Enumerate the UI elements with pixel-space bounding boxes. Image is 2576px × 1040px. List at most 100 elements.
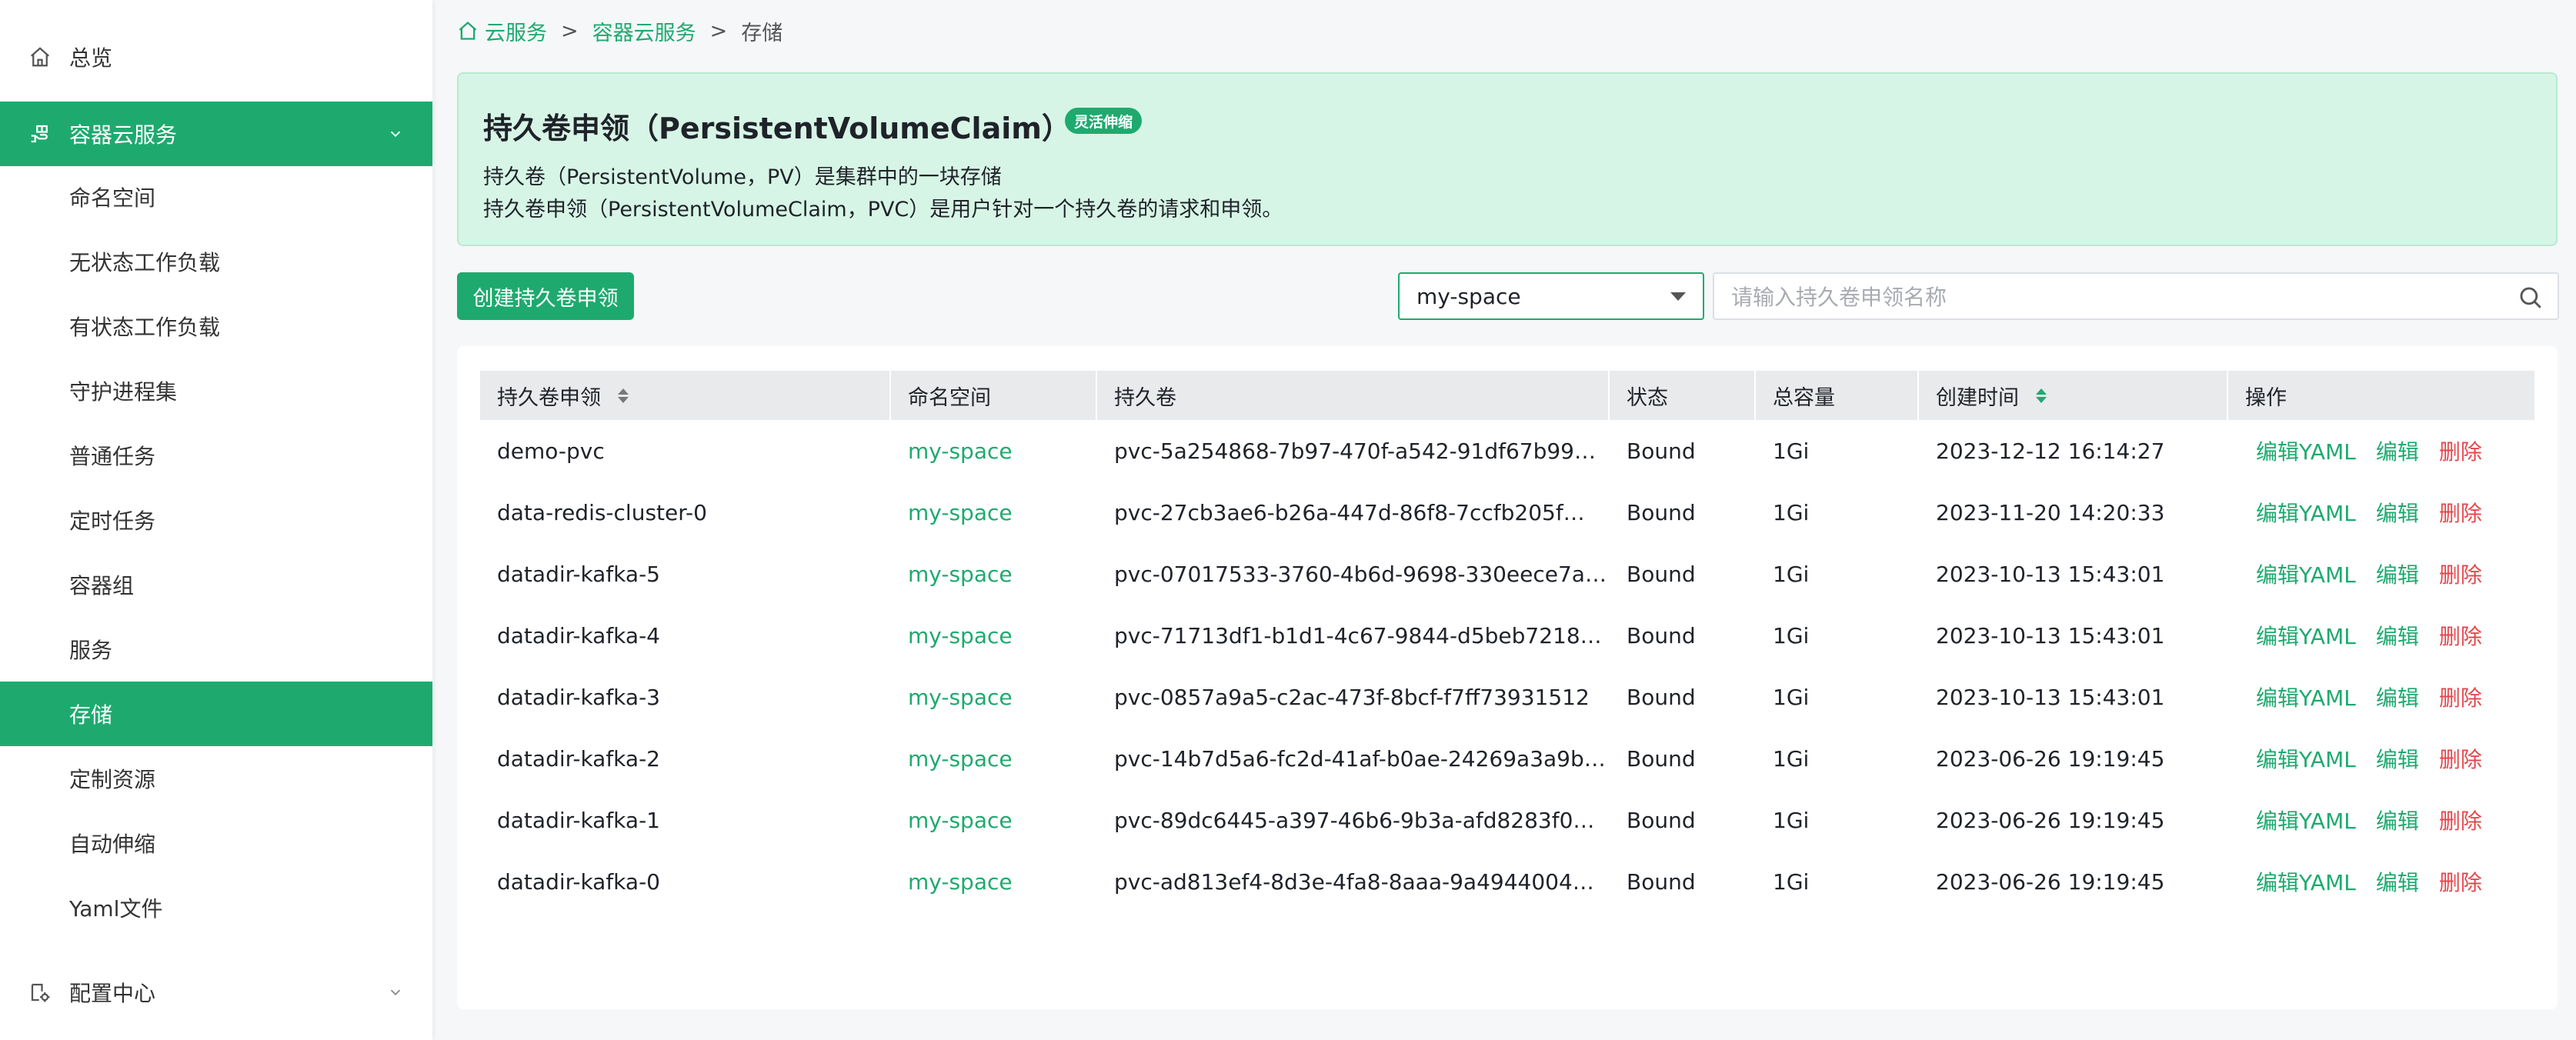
cell-text: 1Gi (1773, 684, 1810, 710)
delete-link[interactable]: 删除 (2439, 620, 2482, 651)
cell-text: pvc-71713df1-b1d1-4c67-9844-d5beb72189c8 (1114, 622, 1610, 648)
cell-status: Bound (1610, 666, 1756, 728)
edit-yaml-link[interactable]: 编辑YAML (2256, 743, 2356, 774)
delete-link[interactable]: 删除 (2439, 866, 2482, 897)
breadcrumb-container-cloud[interactable]: 容器云服务 (592, 16, 696, 46)
delete-link[interactable]: 删除 (2439, 682, 2482, 712)
cell-actions: 编辑YAML 编辑 删除 (2228, 543, 2534, 605)
cell-volume: pvc-ad813ef4-8d3e-4fa8-8aaa-9a4944004… (1097, 851, 1610, 912)
edit-yaml-link[interactable]: 编辑YAML (2256, 497, 2356, 528)
cell-namespace-link[interactable]: my-space (891, 728, 1097, 789)
delete-link[interactable]: 删除 (2439, 743, 2482, 774)
sidebar-item-job[interactable]: 普通任务 (0, 423, 432, 488)
cell-text: 2023-12-12 16:14:27 (1936, 438, 2165, 464)
edit-link[interactable]: 编辑 (2376, 558, 2419, 589)
sidebar-item-deployment[interactable]: 无状态工作负载 (0, 229, 432, 294)
sidebar-group-config-center[interactable]: 配置中心 (0, 960, 432, 1025)
edit-yaml-link[interactable]: 编辑YAML (2256, 435, 2356, 466)
cell-text: datadir-kafka-2 (497, 745, 660, 772)
table-row: datadir-kafka-4 my-space pvc-71713df1-b1d1… (480, 605, 2534, 666)
cell-text: pvc-07017533-3760-4b6d-9698-330eece7a… (1114, 561, 1607, 587)
cell-status: Bound (1610, 543, 1756, 605)
search-input[interactable] (1714, 274, 2487, 320)
create-pvc-button[interactable]: 创建持久卷申领 (457, 272, 634, 320)
cell-namespace-link[interactable]: my-space (891, 789, 1097, 851)
cell-volume: pvc-07017533-3760-4b6d-9698-330eece7a… (1097, 543, 1610, 605)
cell-capacity: 1Gi (1756, 605, 1919, 666)
sort-icon[interactable] (2036, 388, 2047, 403)
table-row: datadir-kafka-1 my-space pvc-89dc6445-a397… (480, 789, 2534, 851)
cell-actions: 编辑YAML 编辑 删除 (2228, 728, 2534, 789)
cell-created: 2023-10-13 15:43:01 (1919, 605, 2228, 666)
cell-actions: 编辑YAML 编辑 删除 (2228, 605, 2534, 666)
delete-link[interactable]: 删除 (2439, 558, 2482, 589)
column-header-label: 持久卷申领 (497, 385, 601, 410)
cell-namespace-link[interactable]: my-space (891, 605, 1097, 666)
cell-status: Bound (1610, 728, 1756, 789)
sidebar-item-service[interactable]: 服务 (0, 617, 432, 682)
edit-link[interactable]: 编辑 (2376, 497, 2419, 528)
sidebar-item-statefulset[interactable]: 有状态工作负载 (0, 294, 432, 358)
cell-namespace-link[interactable]: my-space (891, 851, 1097, 912)
sidebar-item-pod[interactable]: 容器组 (0, 552, 432, 617)
cell-text: 2023-10-13 15:43:01 (1936, 561, 2165, 587)
column-header-label: 创建时间 (1936, 385, 2019, 410)
table-row: datadir-kafka-5 my-space pvc-07017533-3760… (480, 543, 2534, 605)
cell-capacity: 1Gi (1756, 420, 1919, 482)
sidebar-item-daemonset[interactable]: 守护进程集 (0, 358, 432, 423)
cell-text: my-space (908, 622, 1013, 648)
cell-text: my-space (908, 745, 1013, 772)
sidebar-item-overview[interactable]: 总览 (0, 25, 432, 89)
sidebar-item-label: Yaml文件 (69, 896, 163, 922)
delete-link[interactable]: 删除 (2439, 435, 2482, 466)
sidebar-item-namespace[interactable]: 命名空间 (0, 165, 432, 229)
sidebar-item-autoscaling[interactable]: 自动伸缩 (0, 811, 432, 875)
edit-link[interactable]: 编辑 (2376, 620, 2419, 651)
sidebar-group-container-cloud[interactable]: 容器云服务 (0, 102, 432, 166)
sidebar-item-yaml[interactable]: Yaml文件 (0, 875, 432, 940)
sidebar-item-cronjob[interactable]: 定时任务 (0, 488, 432, 552)
edit-yaml-link[interactable]: 编辑YAML (2256, 805, 2356, 835)
edit-yaml-link[interactable]: 编辑YAML (2256, 682, 2356, 712)
cell-namespace-link[interactable]: my-space (891, 482, 1097, 543)
delete-link[interactable]: 删除 (2439, 497, 2482, 528)
cell-namespace-link[interactable]: my-space (891, 420, 1097, 482)
breadcrumb-cloud-service[interactable]: 云服务 (485, 16, 547, 46)
sidebar-item-label: 容器组 (69, 573, 135, 598)
cell-text: 1Gi (1773, 499, 1810, 525)
sidebar-item-label: 定时任务 (69, 508, 156, 534)
chevron-down-icon (386, 983, 405, 1002)
cell-text: datadir-kafka-0 (497, 868, 660, 895)
cell-status: Bound (1610, 789, 1756, 851)
edit-yaml-link[interactable]: 编辑YAML (2256, 620, 2356, 651)
page-title: 持久卷申领（PersistentVolumeClaim） (483, 112, 1071, 145)
edit-yaml-link[interactable]: 编辑YAML (2256, 866, 2356, 897)
edit-yaml-link[interactable]: 编辑YAML (2256, 558, 2356, 589)
table-panel: 持久卷申领 命名空间 持久卷 状态 总容量 创建时间 操作 demo-pvc my… (457, 346, 2558, 1009)
cell-text: Bound (1627, 622, 1696, 648)
cell-pvc-name: datadir-kafka-4 (480, 605, 891, 666)
edit-link[interactable]: 编辑 (2376, 866, 2419, 897)
sort-icon[interactable] (618, 388, 629, 403)
sidebar-item-custom-resource[interactable]: 定制资源 (0, 746, 432, 811)
cell-namespace-link[interactable]: my-space (891, 666, 1097, 728)
sidebar-item-storage[interactable]: 存储 (0, 682, 432, 746)
search-icon[interactable] (2518, 285, 2544, 311)
sidebar-item-label: 有状态工作负载 (69, 315, 221, 340)
home-icon[interactable] (457, 20, 479, 42)
column-header-capacity: 总容量 (1756, 371, 1919, 420)
cell-created: 2023-06-26 19:19:45 (1919, 728, 2228, 789)
cell-namespace-link[interactable]: my-space (891, 543, 1097, 605)
column-header-created[interactable]: 创建时间 (1919, 371, 2228, 420)
cell-text: my-space (908, 499, 1013, 525)
edit-link[interactable]: 编辑 (2376, 805, 2419, 835)
edit-link[interactable]: 编辑 (2376, 682, 2419, 712)
cell-actions: 编辑YAML 编辑 删除 (2228, 666, 2534, 728)
edit-link[interactable]: 编辑 (2376, 743, 2419, 774)
edit-link[interactable]: 编辑 (2376, 435, 2419, 466)
cell-text: datadir-kafka-1 (497, 807, 660, 833)
delete-link[interactable]: 删除 (2439, 805, 2482, 835)
column-header-pvc[interactable]: 持久卷申领 (480, 371, 891, 420)
namespace-select[interactable]: my-space (1398, 272, 1704, 320)
cell-text: 2023-10-13 15:43:01 (1936, 684, 2165, 710)
